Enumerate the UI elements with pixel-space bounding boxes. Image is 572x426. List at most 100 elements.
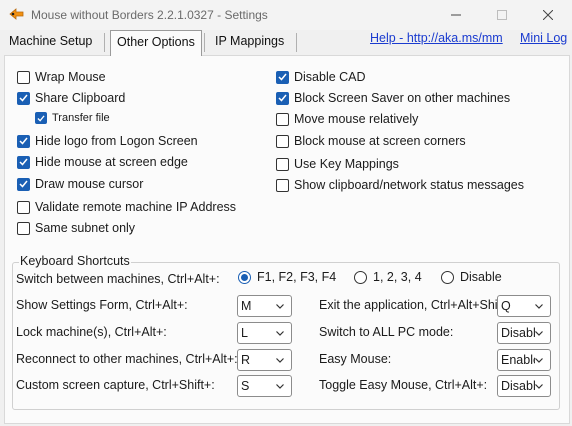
easy-mouse-select[interactable]: Enable	[497, 349, 551, 371]
wrap-mouse-option[interactable]: Wrap Mouse	[17, 69, 106, 85]
tab-divider	[204, 33, 205, 52]
radio-button[interactable]	[354, 270, 367, 284]
radio-1-4[interactable]: 1, 2, 3, 4	[354, 270, 422, 284]
option-label: Use Key Mappings	[294, 157, 399, 171]
tab-other-options[interactable]: Other Options	[110, 30, 202, 56]
tab-divider	[296, 33, 297, 52]
same-subnet-option[interactable]: Same subnet only	[17, 220, 135, 236]
chevron-down-icon	[276, 358, 284, 363]
hide-mouse-edge-option[interactable]: Hide mouse at screen edge	[17, 154, 188, 170]
option-label: Block mouse at screen corners	[294, 134, 466, 148]
minimize-button[interactable]	[433, 0, 479, 30]
radio-disable[interactable]: Disable	[441, 270, 502, 284]
option-label: Transfer file	[52, 112, 110, 124]
toggle-easy-mouse-select[interactable]: Disable	[497, 375, 551, 397]
checkmark-icon	[19, 137, 28, 145]
checkbox[interactable]	[17, 177, 30, 191]
select-value: Disable	[501, 326, 535, 340]
checkmark-icon	[37, 114, 45, 122]
all-pc-mode-label: Switch to ALL PC mode:	[319, 325, 454, 339]
mouse-without-borders-icon	[9, 8, 24, 20]
chevron-down-icon	[535, 331, 543, 336]
checkbox[interactable]	[276, 70, 289, 84]
option-label: Move mouse relatively	[294, 112, 419, 126]
reconnect-select[interactable]: R	[237, 349, 292, 371]
checkbox[interactable]	[35, 112, 47, 124]
select-value: M	[241, 299, 252, 313]
select-value: Disable	[501, 379, 535, 393]
maximize-icon	[497, 10, 507, 20]
disable-cad-option[interactable]: Disable CAD	[276, 69, 366, 85]
mini-log-link[interactable]: Mini Log	[520, 31, 567, 45]
block-screensaver-option[interactable]: Block Screen Saver on other machines	[276, 90, 510, 106]
checkbox[interactable]	[17, 221, 30, 235]
use-key-mappings-option[interactable]: Use Key Mappings	[276, 156, 399, 172]
chevron-down-icon	[276, 331, 284, 336]
keyboard-shortcuts-title: Keyboard Shortcuts	[19, 254, 131, 268]
checkbox[interactable]	[276, 157, 289, 171]
maximize-button[interactable]	[479, 0, 525, 30]
option-label: Disable CAD	[294, 70, 366, 84]
checkbox[interactable]	[17, 155, 30, 169]
option-label: Share Clipboard	[35, 91, 126, 105]
chevron-down-icon	[276, 304, 284, 309]
close-button[interactable]	[525, 0, 571, 30]
checkbox[interactable]	[17, 91, 30, 105]
chevron-down-icon	[276, 384, 284, 389]
select-value: S	[241, 379, 250, 393]
option-label: Wrap Mouse	[35, 70, 106, 84]
help-link[interactable]: Help - http://aka.ms/mm	[370, 31, 503, 45]
show-settings-label: Show Settings Form, Ctrl+Alt+:	[16, 298, 188, 312]
lock-machines-label: Lock machine(s), Ctrl+Alt+:	[16, 325, 167, 339]
window-title: Mouse without Borders 2.2.1.0327 - Setti…	[31, 8, 268, 22]
all-pc-mode-select[interactable]: Disable	[497, 322, 551, 344]
tab-ip-mappings[interactable]: IP Mappings	[211, 32, 288, 55]
move-mouse-relatively-option[interactable]: Move mouse relatively	[276, 111, 418, 127]
chevron-down-icon	[535, 304, 543, 309]
tab-divider	[104, 33, 105, 52]
validate-ip-option[interactable]: Validate remote machine IP Address	[17, 199, 236, 215]
checkbox[interactable]	[17, 134, 30, 148]
checkmark-icon	[19, 180, 28, 188]
radio-button[interactable]	[238, 270, 251, 284]
checkmark-icon	[19, 94, 28, 102]
chevron-down-icon	[535, 384, 543, 389]
select-value: R	[241, 353, 251, 367]
switch-machines-label: Switch between machines, Ctrl+Alt+:	[16, 272, 220, 286]
option-label: Validate remote machine IP Address	[35, 200, 237, 214]
option-label: Hide logo from Logon Screen	[35, 134, 198, 148]
screen-capture-select[interactable]: S	[237, 375, 292, 397]
draw-mouse-cursor-option[interactable]: Draw mouse cursor	[17, 176, 143, 192]
show-status-messages-option[interactable]: Show clipboard/network status messages	[276, 177, 524, 193]
tab-strip: Machine Setup Other Options IP Mappings …	[0, 30, 572, 56]
transfer-file-option[interactable]: Transfer file	[35, 110, 110, 126]
radio-f1-f4[interactable]: F1, F2, F3, F4	[238, 270, 336, 284]
checkbox[interactable]	[276, 91, 289, 105]
minimize-icon	[451, 14, 461, 16]
option-label: Same subnet only	[35, 221, 136, 235]
select-value: Q	[501, 299, 511, 313]
radio-label: 1, 2, 3, 4	[373, 270, 422, 284]
block-mouse-corners-option[interactable]: Block mouse at screen corners	[276, 133, 466, 149]
option-label: Hide mouse at screen edge	[35, 155, 188, 169]
option-label: Draw mouse cursor	[35, 177, 144, 191]
select-value: Enable	[501, 353, 535, 367]
checkbox[interactable]	[276, 112, 289, 126]
exit-app-label: Exit the application, Ctrl+Alt+Shift+:	[319, 298, 497, 312]
tab-machine-setup[interactable]: Machine Setup	[5, 32, 96, 55]
show-settings-select[interactable]: M	[237, 295, 292, 317]
checkbox[interactable]	[276, 178, 289, 192]
hide-logo-option[interactable]: Hide logo from Logon Screen	[17, 133, 198, 149]
chevron-down-icon	[535, 358, 543, 363]
share-clipboard-option[interactable]: Share Clipboard	[17, 90, 125, 106]
checkbox[interactable]	[276, 134, 289, 148]
checkmark-icon	[278, 73, 287, 81]
select-value: L	[241, 326, 248, 340]
lock-machines-select[interactable]: L	[237, 322, 292, 344]
close-icon	[543, 10, 553, 20]
checkbox[interactable]	[17, 200, 30, 214]
checkbox[interactable]	[17, 70, 30, 84]
exit-app-select[interactable]: Q	[497, 295, 551, 317]
checkmark-icon	[278, 94, 287, 102]
radio-button[interactable]	[441, 270, 454, 284]
